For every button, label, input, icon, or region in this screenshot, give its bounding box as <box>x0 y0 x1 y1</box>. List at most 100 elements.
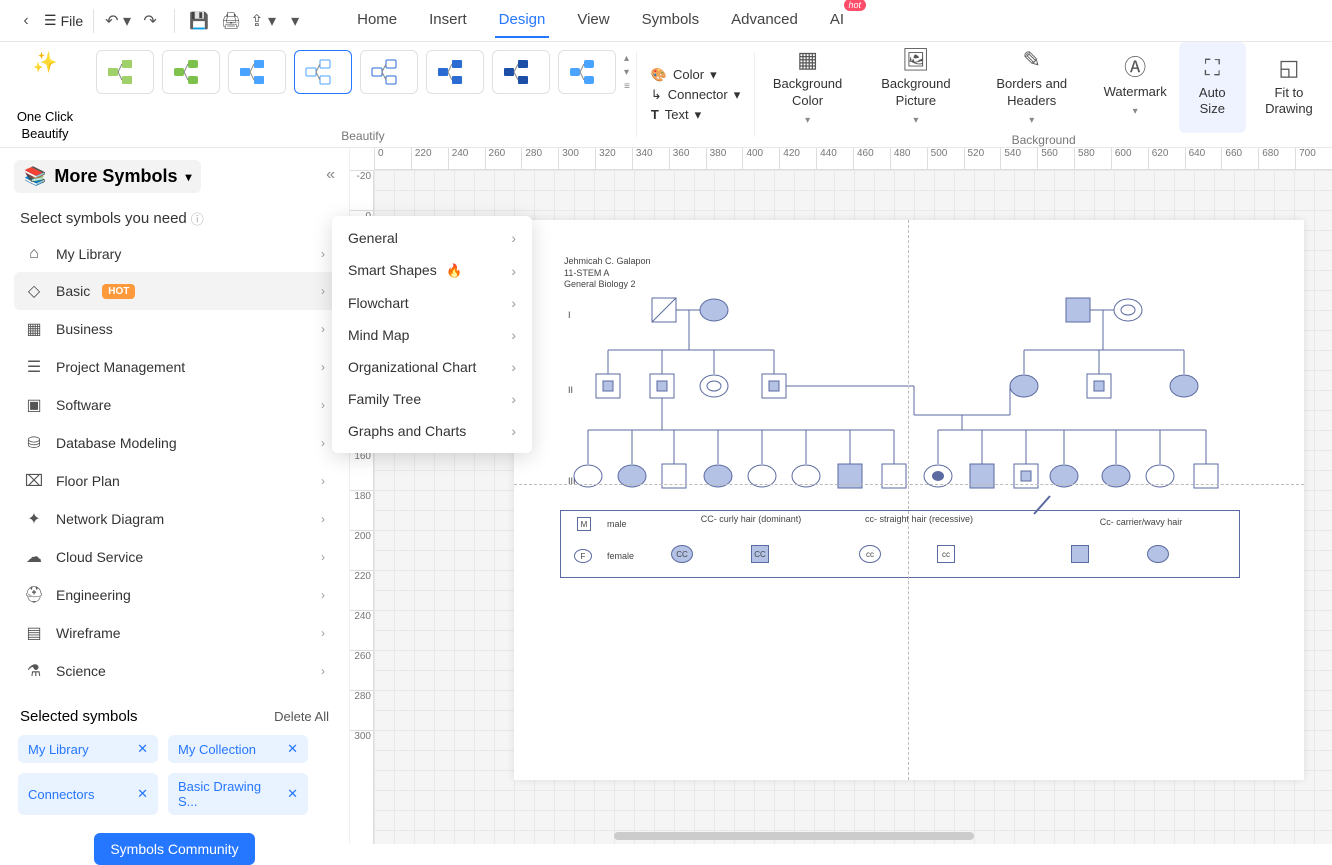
flame-icon: 🔥 <box>443 263 463 278</box>
more-symbols-header[interactable]: 📚 More Symbols ▾ <box>14 160 201 193</box>
ruler-tick: 700 <box>1295 148 1332 169</box>
divider <box>174 9 175 33</box>
select-symbols-label: Select symbols you need ⓘ <box>20 209 335 228</box>
borders-headers-button[interactable]: ✎Borders and Headers▾ <box>972 42 1092 133</box>
menu-tabs: Home Insert Design View Symbols Advanced… <box>353 3 848 38</box>
ruler-tick: 260 <box>485 148 522 169</box>
category-project-management[interactable]: ☰Project Management› <box>14 348 335 386</box>
ruler-tick: 280 <box>521 148 558 169</box>
remove-chip-button[interactable]: ✕ <box>137 741 148 757</box>
file-menu[interactable]: ☰ File <box>44 12 83 29</box>
category-my-library[interactable]: ⌂My Library› <box>14 236 335 272</box>
tab-home[interactable]: Home <box>353 3 401 38</box>
chip-connectors[interactable]: Connectors✕ <box>18 773 158 815</box>
hot-tag: HOT <box>102 284 135 299</box>
selected-symbols-label: Selected symbols <box>20 708 138 725</box>
fit-icon: ◱ <box>1277 57 1301 81</box>
print-button[interactable]: 🖨 <box>217 7 245 35</box>
style-thumb-5[interactable] <box>360 50 418 94</box>
delete-all-button[interactable]: Delete All <box>274 709 329 724</box>
tab-advanced[interactable]: Advanced <box>727 3 802 38</box>
horizontal-scrollbar[interactable] <box>614 832 974 840</box>
back-button[interactable]: ‹ <box>12 7 40 35</box>
connector-icon: ↳ <box>651 87 662 103</box>
help-icon[interactable]: ⓘ <box>191 209 204 228</box>
watermark-button[interactable]: ⒶWatermark▾ <box>1092 42 1179 133</box>
chevron-right-icon: › <box>321 322 325 336</box>
submenu-smart-shapes[interactable]: Smart Shapes 🔥› <box>332 254 532 287</box>
chip-my-collection[interactable]: My Collection✕ <box>168 735 308 763</box>
gallery-arrows[interactable]: ▴▾≡ <box>624 53 630 92</box>
text-dropdown[interactable]: TText ▾ <box>651 107 740 123</box>
fit-drawing-button[interactable]: ◱Fit to Drawing <box>1246 42 1332 133</box>
connector-dropdown[interactable]: ↳Connector ▾ <box>651 87 740 103</box>
ruler-tick: 320 <box>595 148 632 169</box>
category-floor-plan[interactable]: ⌧Floor Plan› <box>14 462 335 500</box>
remove-chip-button[interactable]: ✕ <box>287 786 298 802</box>
category-icon: ⚗ <box>24 661 44 681</box>
category-network-diagram[interactable]: ✦Network Diagram› <box>14 500 335 538</box>
symbols-community-button[interactable]: Symbols Community <box>94 833 254 865</box>
ruler-tick: 560 <box>1037 148 1074 169</box>
style-thumb-8[interactable] <box>558 50 616 94</box>
tab-design[interactable]: Design <box>495 3 550 38</box>
export-button[interactable]: ⇪ ▾ <box>249 7 277 35</box>
background-color-button[interactable]: ▦Background Color▾ <box>755 42 860 133</box>
one-click-beautify[interactable]: ✨ One Click Beautify <box>0 42 90 147</box>
more-button[interactable]: ▾ <box>281 7 309 35</box>
collapse-sidebar-button[interactable]: « <box>326 166 335 184</box>
tab-symbols[interactable]: Symbols <box>638 3 704 38</box>
background-section-label: Background <box>1012 133 1076 147</box>
remove-chip-button[interactable]: ✕ <box>287 741 298 757</box>
chip-basic-drawing-s-[interactable]: Basic Drawing S...✕ <box>168 773 308 815</box>
submenu-graphs-and-charts[interactable]: Graphs and Charts› <box>332 415 532 447</box>
auto-size-button[interactable]: ⛶Auto Size <box>1179 42 1246 133</box>
ruler-tick: 160 <box>350 450 373 490</box>
category-software[interactable]: ▣Software› <box>14 386 335 424</box>
submenu-family-tree[interactable]: Family Tree› <box>332 383 532 415</box>
category-engineering[interactable]: ⛑Engineering› <box>14 576 335 614</box>
chevron-right-icon: › <box>321 512 325 526</box>
divider <box>93 9 94 33</box>
style-thumb-1[interactable] <box>96 50 154 94</box>
symbols-sidebar: 📚 More Symbols ▾ « Select symbols you ne… <box>0 148 350 844</box>
category-database-modeling[interactable]: ⛁Database Modeling› <box>14 424 335 462</box>
submenu-general[interactable]: General› <box>332 222 532 254</box>
chip-label: My Library <box>28 742 89 757</box>
style-thumb-2[interactable] <box>162 50 220 94</box>
ruler-tick: 220 <box>350 570 373 610</box>
chevron-right-icon: › <box>321 626 325 640</box>
chevron-right-icon: › <box>511 327 516 343</box>
save-button[interactable]: 💾 <box>185 7 213 35</box>
ruler-tick: 520 <box>964 148 1001 169</box>
submenu-mind-map[interactable]: Mind Map› <box>332 319 532 351</box>
style-thumb-3[interactable] <box>228 50 286 94</box>
ribbon: ✨ One Click Beautify ▴▾≡ Beautify 🎨Color… <box>0 42 1332 148</box>
tab-view[interactable]: View <box>573 3 613 38</box>
category-basic[interactable]: ◇BasicHOT› <box>14 272 335 310</box>
tab-insert[interactable]: Insert <box>425 3 471 38</box>
style-thumb-7[interactable] <box>492 50 550 94</box>
ruler-tick: 180 <box>350 490 373 530</box>
chevron-right-icon: › <box>511 423 516 439</box>
chip-my-library[interactable]: My Library ✕ <box>18 735 158 763</box>
category-science[interactable]: ⚗Science› <box>14 652 335 690</box>
submenu-organizational-chart[interactable]: Organizational Chart› <box>332 351 532 383</box>
legend-box: M male F female CC- curly hair (dominant… <box>560 510 1240 578</box>
ruler-tick: 240 <box>350 610 373 650</box>
category-label: Engineering <box>56 587 131 603</box>
drawing-page[interactable]: Jehmicah C. Galapon 11-STEM A General Bi… <box>514 220 1304 780</box>
submenu-flowchart[interactable]: Flowchart› <box>332 287 532 319</box>
style-thumb-4[interactable] <box>294 50 352 94</box>
color-dropdown[interactable]: 🎨Color ▾ <box>651 67 740 83</box>
background-picture-button[interactable]: 🖼Background Picture▾ <box>860 42 972 133</box>
tab-ai[interactable]: AIhot <box>826 3 848 38</box>
category-wireframe[interactable]: ▤Wireframe› <box>14 614 335 652</box>
undo-button[interactable]: ↶ ▾ <box>104 7 132 35</box>
style-thumb-6[interactable] <box>426 50 484 94</box>
category-cloud-service[interactable]: ☁Cloud Service› <box>14 538 335 576</box>
remove-chip-button[interactable]: ✕ <box>137 786 148 802</box>
vertical-guide <box>908 220 909 780</box>
category-business[interactable]: ▦Business› <box>14 310 335 348</box>
redo-button[interactable]: ↷ <box>136 7 164 35</box>
